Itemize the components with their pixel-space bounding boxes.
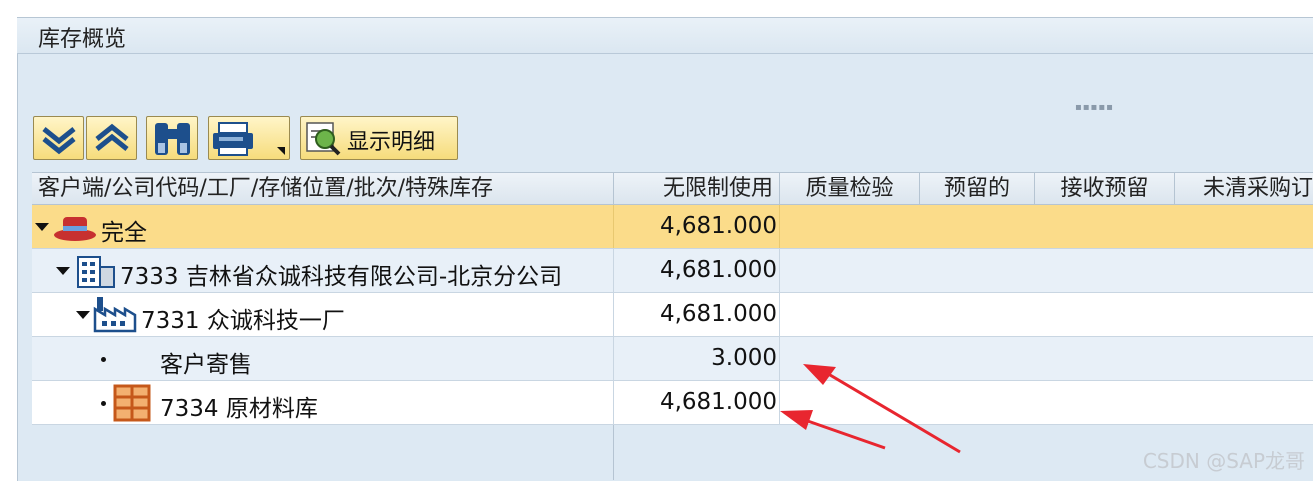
annotation-arrows	[780, 364, 961, 454]
annotation-arrow	[780, 410, 886, 450]
watermark: CSDN @SAP龙哥	[1142, 449, 1305, 473]
annotation-arrow	[803, 364, 961, 454]
